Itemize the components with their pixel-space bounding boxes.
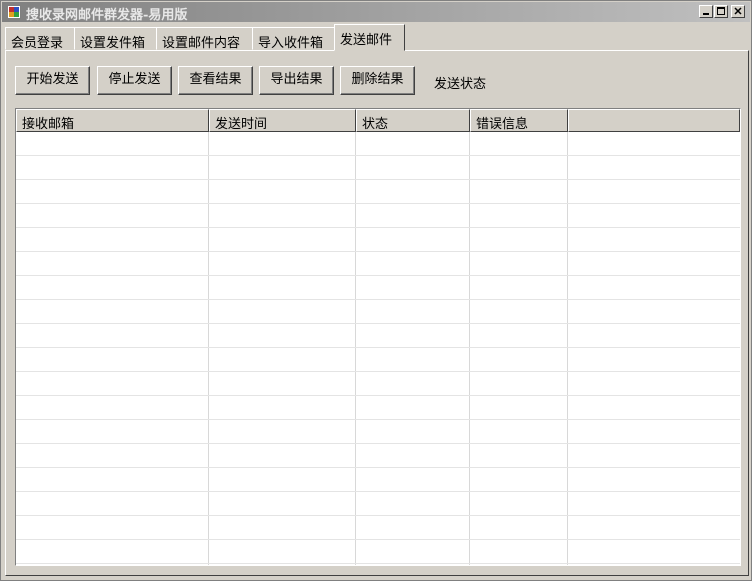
stop-send-button[interactable]: 停止发送	[97, 66, 172, 95]
row-divider	[16, 563, 740, 564]
window-title: 搜收录网邮件群发器-易用版	[26, 8, 188, 23]
row-divider	[16, 347, 740, 348]
export-results-button[interactable]: 导出结果	[259, 66, 334, 95]
send-status-label: 发送状态	[434, 77, 487, 92]
minimize-icon	[703, 13, 709, 15]
app-icon	[7, 5, 21, 19]
row-divider	[16, 251, 740, 252]
row-divider	[16, 299, 740, 300]
tab-label: 设置邮件内容	[162, 36, 241, 51]
row-divider	[16, 419, 740, 420]
start-send-button[interactable]: 开始发送	[15, 66, 90, 95]
view-results-button[interactable]: 查看结果	[178, 66, 253, 95]
tab-sender-settings[interactable]: 设置发件箱	[74, 27, 157, 51]
table-header: 接收邮箱 发送时间 状态 错误信息	[16, 109, 740, 132]
tab-send-mail[interactable]: 发送邮件	[334, 24, 405, 51]
row-divider	[16, 203, 740, 204]
row-divider	[16, 227, 740, 228]
main-window: 搜收录网邮件群发器-易用版 会员登录 设置发件箱 设置邮件内容 导入收件箱 发送…	[0, 0, 752, 581]
tab-member-login[interactable]: 会员登录	[5, 27, 75, 51]
row-divider	[16, 275, 740, 276]
column-header-status[interactable]: 状态	[356, 109, 470, 132]
column-header-recipient[interactable]: 接收邮箱	[16, 109, 209, 132]
tab-label: 导入收件箱	[258, 36, 324, 51]
row-divider	[16, 443, 740, 444]
tab-label: 发送邮件	[340, 33, 393, 48]
column-divider	[567, 132, 568, 565]
tab-import-recipients[interactable]: 导入收件箱	[252, 27, 335, 51]
column-divider	[208, 132, 209, 565]
table-body[interactable]	[16, 132, 740, 565]
column-divider	[469, 132, 470, 565]
row-divider	[16, 539, 740, 540]
send-mail-panel: 开始发送 停止发送 查看结果 导出结果 删除结果 发送状态 接收邮箱 发送时间 …	[5, 50, 749, 576]
delete-results-button[interactable]: 删除结果	[340, 66, 415, 95]
column-header-error[interactable]: 错误信息	[470, 109, 568, 132]
row-divider	[16, 371, 740, 372]
column-divider	[355, 132, 356, 565]
row-divider	[16, 491, 740, 492]
row-divider	[16, 323, 740, 324]
column-header-send-time[interactable]: 发送时间	[209, 109, 356, 132]
row-divider	[16, 395, 740, 396]
title-bar[interactable]: 搜收录网邮件群发器-易用版	[2, 2, 750, 23]
row-divider	[16, 467, 740, 468]
tab-mail-content[interactable]: 设置邮件内容	[156, 27, 253, 51]
maximize-icon	[717, 7, 725, 15]
column-header-filler	[568, 109, 740, 132]
close-button[interactable]	[731, 5, 745, 18]
close-icon	[734, 7, 742, 15]
results-table[interactable]: 接收邮箱 发送时间 状态 错误信息	[15, 108, 741, 566]
tab-label: 会员登录	[11, 36, 64, 51]
row-divider	[16, 155, 740, 156]
minimize-button[interactable]	[699, 5, 713, 18]
tab-label: 设置发件箱	[80, 36, 146, 51]
row-divider	[16, 515, 740, 516]
row-divider	[16, 179, 740, 180]
maximize-button[interactable]	[714, 5, 728, 18]
